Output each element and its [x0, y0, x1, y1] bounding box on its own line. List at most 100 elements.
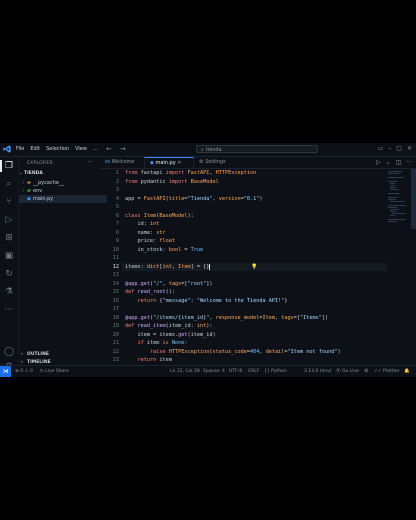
vertical-scrollbar[interactable] — [411, 169, 416, 229]
error-icon: ⊗ — [15, 369, 19, 374]
remote-explorer-icon[interactable]: ▣ — [4, 251, 14, 261]
tab-main-py[interactable]: ◆ main.py ✕ — [144, 157, 194, 168]
go-live-button[interactable]: ⦿ Go Live — [336, 366, 359, 377]
python-interpreter[interactable]: 3.13.0 (env) — [304, 366, 332, 377]
indentation[interactable]: Spaces: 4 — [203, 366, 225, 377]
testing-icon[interactable]: ⚗ — [4, 287, 14, 297]
prettier-status[interactable]: ✓✓ Prettier — [374, 366, 400, 377]
layout-icon[interactable]: ▭ — [378, 145, 384, 152]
search-view-icon[interactable]: ⌕ — [4, 179, 14, 189]
more-actions-icon[interactable]: ··· — [87, 159, 93, 166]
tree-item-env[interactable]: › ▰ env — [19, 187, 102, 195]
close-icon[interactable]: ✕ — [407, 145, 412, 152]
line-number: 22 — [112, 348, 119, 355]
line-number: 13 — [112, 272, 119, 278]
live-share-label: Live Share — [45, 369, 69, 374]
end-of-line[interactable]: CRLF — [248, 366, 259, 377]
more-views-icon[interactable]: ⋯ — [4, 305, 14, 315]
forward-arrow-icon[interactable]: → — [120, 145, 126, 153]
ports-icon[interactable]: ⇶ — [364, 366, 368, 377]
window-controls: ▭ – □ ✕ — [378, 145, 412, 152]
line-number: 11 — [112, 255, 119, 261]
line-number: 4 — [115, 195, 119, 202]
minimize-icon[interactable]: – — [388, 145, 391, 152]
language-mode[interactable]: {} Python — [264, 366, 287, 377]
vscode-logo-icon: ⋈ — [105, 159, 110, 165]
cursor-position[interactable]: Ln 12, Col 28 — [170, 366, 200, 377]
outline-section[interactable]: › OUTLINE — [19, 351, 99, 359]
remote-indicator-icon[interactable]: ⋊ — [0, 366, 11, 377]
menu-file[interactable]: File — [16, 146, 24, 152]
encoding[interactable]: UTF-8 — [229, 366, 242, 377]
line-number: 19 — [112, 323, 119, 329]
line-number: 6 — [115, 212, 119, 219]
python-file-icon: ◆ — [150, 160, 154, 166]
account-icon[interactable]: ◯ — [4, 347, 14, 357]
code-line: in_stock: bool = True — [125, 246, 204, 253]
menu-edit[interactable]: Edit — [30, 146, 40, 152]
tree-item-label: env — [33, 188, 43, 194]
line-number: 8 — [115, 229, 119, 236]
outline-label: OUTLINE — [27, 352, 49, 357]
prettier-label: Prettier — [382, 369, 400, 374]
code-line: def read_root(): — [125, 289, 175, 295]
explorer-sidebar: EXPLORER ··· ⌄TIENDA › ▰ __pycache__ › ▰ env… — [19, 157, 107, 365]
code-line: def read_item(item_id: int): — [125, 323, 213, 329]
tab-label: main.py — [155, 160, 176, 166]
check-double-icon: ✓✓ — [374, 369, 382, 374]
workspace-folder[interactable]: ⌄TIENDA — [19, 170, 99, 178]
code-line: @app.get("/items/{item_id}", response_mo… — [125, 314, 329, 321]
code-line: from fastapi import FastAPI, HTTPExcepti… — [125, 170, 257, 176]
history-nav: ← → — [106, 145, 126, 153]
line-number: 7 — [115, 221, 119, 227]
split-editor-icon[interactable]: ◫ — [396, 159, 402, 166]
tree-item-pycache[interactable]: › ▰ __pycache__ — [19, 179, 102, 187]
back-arrow-icon[interactable]: ← — [106, 145, 112, 153]
live-share-icon[interactable]: ↻ — [4, 269, 14, 279]
tab-welcome[interactable]: ⋈ Welcome — [100, 157, 144, 168]
tree-item-main-py[interactable]: ◆ main.py — [19, 195, 107, 203]
code-line: return item — [137, 357, 172, 363]
live-share-status[interactable]: ↻ Live Share — [40, 366, 69, 377]
tab-label: Welcome — [111, 159, 135, 165]
line-number: 14 — [112, 280, 119, 287]
warning-count: 0 — [30, 369, 33, 374]
tab-settings[interactable]: ⚙ Settings — [194, 157, 238, 168]
source-control-icon[interactable]: ⑂ — [4, 197, 14, 207]
extensions-icon[interactable]: ⊞ — [4, 233, 14, 243]
chevron-down-icon[interactable]: ⌄ — [386, 159, 391, 166]
live-share-icon: ↻ — [40, 369, 44, 374]
line-number: 2 — [115, 178, 119, 185]
problems-indicator[interactable]: ⊗ 0 ⚠ 0 — [15, 366, 33, 377]
more-actions-icon[interactable]: ··· — [406, 159, 412, 166]
minimap[interactable] — [388, 169, 410, 365]
braces-icon: {} — [264, 369, 270, 374]
code-line: class Item(BaseModel): — [125, 212, 194, 219]
code-line: id: int — [125, 221, 160, 227]
go-live-label: Go Live — [341, 369, 359, 374]
maximize-icon[interactable]: □ — [396, 145, 402, 152]
code-line: name: str — [125, 229, 166, 236]
chevron-right-icon: › — [21, 352, 23, 357]
line-number: 20 — [112, 331, 119, 338]
run-debug-icon[interactable]: ▷ — [4, 215, 14, 225]
line-number: 10 — [112, 246, 119, 253]
search-text: tienda — [205, 147, 222, 153]
command-center-search[interactable]: ⌕ tienda — [196, 145, 318, 153]
notifications-bell-icon[interactable]: 🔔 — [404, 366, 410, 377]
workspace-folder-label: TIENDA — [24, 171, 43, 176]
line-number-current: 12 — [112, 263, 119, 270]
close-tab-icon[interactable]: ✕ — [177, 160, 181, 166]
explorer-icon[interactable]: ❐ — [0, 160, 14, 172]
tree-item-label: __pycache__ — [33, 180, 64, 186]
code-line: item = items.get(item_id) — [125, 331, 216, 338]
run-icon[interactable]: ▷ — [376, 159, 381, 166]
vscode-logo-icon — [3, 145, 11, 153]
code-line: @app.get("/", tags=["root"]) — [125, 280, 213, 287]
line-number: 3 — [115, 187, 119, 193]
line-number: 23 — [112, 357, 119, 363]
menu-view[interactable]: View — [75, 146, 87, 152]
menu-more[interactable]: ... — [93, 146, 98, 152]
menu-selection[interactable]: Selection — [46, 146, 69, 152]
code-editor[interactable]: 1 2 3 4 5 6 7 8 9 10 11 12 13 14 15 16 1… — [100, 169, 416, 365]
